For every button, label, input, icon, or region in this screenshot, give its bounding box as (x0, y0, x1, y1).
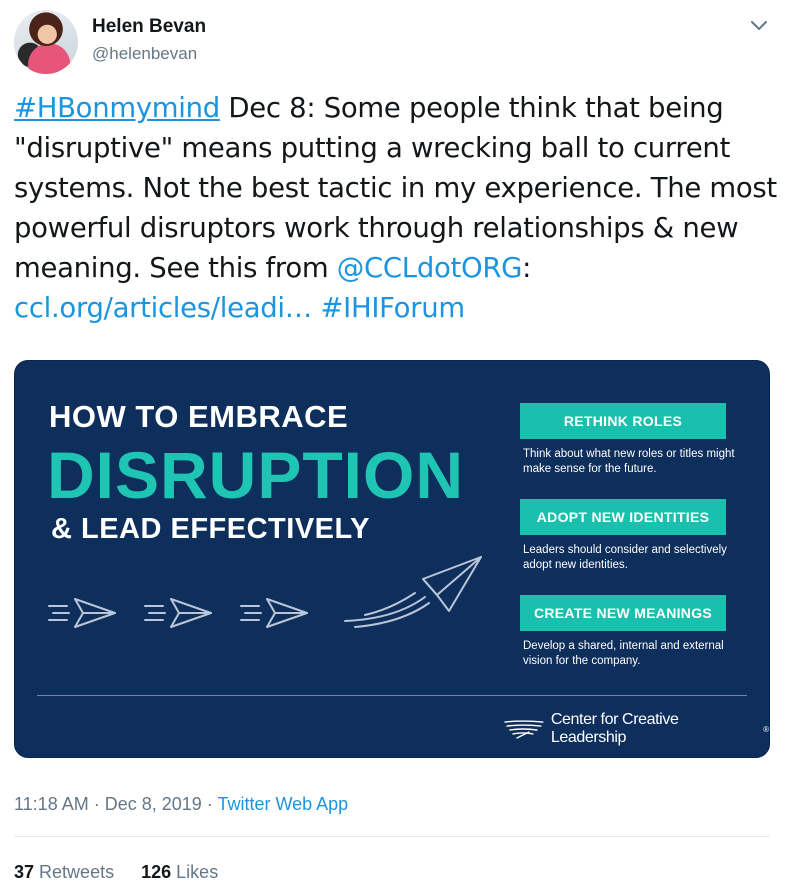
mention-link[interactable]: @CCLdotORG (337, 252, 523, 284)
time-text[interactable]: 11:18 AM · Dec 8, 2019 · (14, 794, 217, 814)
chevron-down-icon[interactable] (748, 14, 770, 36)
adopt-identities-label: ADOPT NEW IDENTITIES (520, 499, 726, 535)
adopt-identities-desc: Leaders should consider and selectively … (523, 544, 727, 571)
ccl-logo: Center for Creative Leadership ® (503, 711, 769, 747)
ccl-wing-icon (504, 720, 544, 739)
author-name[interactable]: Helen Bevan (92, 16, 206, 38)
paper-plane-icon (240, 598, 308, 628)
hashtag-link-ihiforum[interactable]: #IHIForum (320, 292, 465, 324)
paper-plane-icon (144, 598, 212, 628)
paper-plane-large-icon (344, 556, 482, 628)
tweet-text: #HBonmymind Dec 8: Some people think tha… (14, 88, 778, 328)
card-heading-line3: & LEAD EFFECTIVELY (51, 513, 370, 545)
retweets-count: 37 (14, 862, 35, 882)
card-divider (37, 695, 747, 696)
author-handle[interactable]: @helenbevan (92, 44, 197, 64)
hashtag-link[interactable]: #HBonmymind (14, 92, 220, 124)
create-meanings-label: CREATE NEW MEANINGS (520, 595, 726, 631)
likes-stat[interactable]: 126 Likes (141, 862, 218, 882)
source-link[interactable]: Twitter Web App (217, 794, 348, 814)
card-heading-line2: DISRUPTION (47, 438, 465, 512)
tweet-colon: : (522, 252, 532, 284)
rethink-roles-desc: Think about what new roles or titles mig… (523, 448, 735, 475)
likes-label: Likes (176, 862, 219, 882)
image-card[interactable]: HOW TO EMBRACE DISRUPTION & LEAD EFFECTI… (14, 360, 770, 758)
rethink-roles-label: RETHINK ROLES (520, 403, 726, 439)
ccl-logo-text: Center for Creative Leadership (550, 711, 679, 746)
ccl-trademark: ® (763, 724, 769, 734)
likes-count: 126 (141, 862, 172, 882)
engagement-stats: 37 Retweets 126 Likes (14, 862, 218, 883)
card-heading-line1: HOW TO EMBRACE (49, 399, 349, 434)
avatar[interactable] (14, 10, 78, 74)
divider (14, 836, 770, 837)
paper-plane-icon (48, 598, 116, 628)
retweets-stat[interactable]: 37 Retweets (14, 862, 114, 882)
article-link[interactable]: ccl.org/articles/leadi… (14, 292, 312, 324)
create-meanings-desc: Develop a shared, internal and external … (523, 640, 724, 667)
retweets-label: Retweets (39, 862, 115, 882)
paper-plane-illustration (48, 556, 482, 628)
tweet-timestamp: 11:18 AM · Dec 8, 2019 · Twitter Web App (14, 794, 348, 815)
